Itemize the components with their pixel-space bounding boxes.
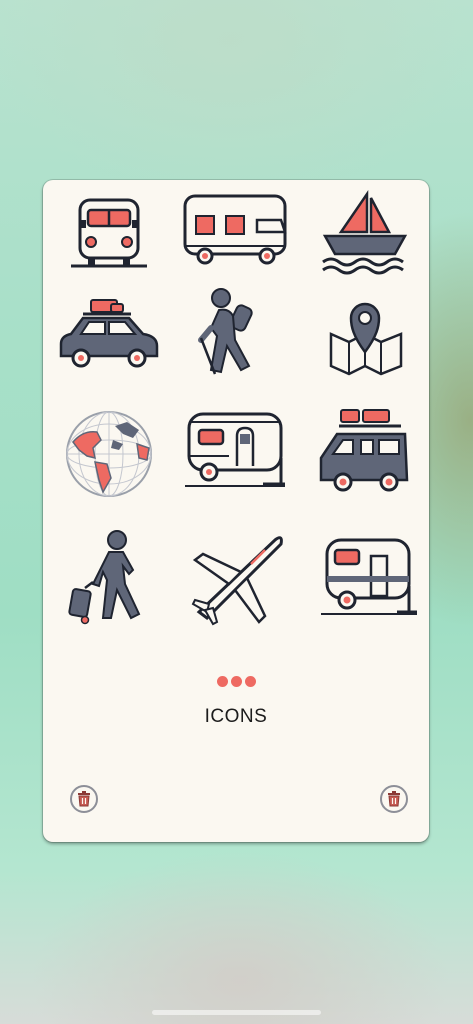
gallery-label: ICONS bbox=[204, 706, 268, 727]
sailboat-icon[interactable] bbox=[309, 189, 419, 286]
page-indicator bbox=[217, 676, 257, 688]
traveler-with-suitcase-icon[interactable] bbox=[59, 528, 169, 625]
icon-pack-card: ICONS bbox=[43, 180, 429, 842]
travel-trailer-icon[interactable] bbox=[181, 408, 291, 504]
delete-left-button[interactable] bbox=[70, 785, 98, 813]
van-with-roof-rack-icon[interactable] bbox=[309, 408, 419, 504]
page-dot bbox=[245, 676, 256, 687]
hiker-icon[interactable] bbox=[181, 288, 291, 384]
car-with-luggage-icon[interactable] bbox=[53, 290, 163, 386]
caravan-icon[interactable] bbox=[313, 532, 423, 628]
trash-icon bbox=[388, 791, 400, 807]
page-dot bbox=[231, 676, 242, 687]
home-indicator[interactable] bbox=[152, 1010, 321, 1015]
page-dot bbox=[217, 676, 228, 687]
globe-icon[interactable] bbox=[53, 408, 163, 504]
camper-van-icon[interactable] bbox=[181, 190, 291, 286]
map-pin-icon[interactable] bbox=[309, 290, 419, 386]
bus-front-icon[interactable] bbox=[53, 190, 163, 286]
trash-icon bbox=[78, 791, 90, 807]
airplane-icon[interactable] bbox=[185, 532, 295, 628]
delete-right-button[interactable] bbox=[380, 785, 408, 813]
